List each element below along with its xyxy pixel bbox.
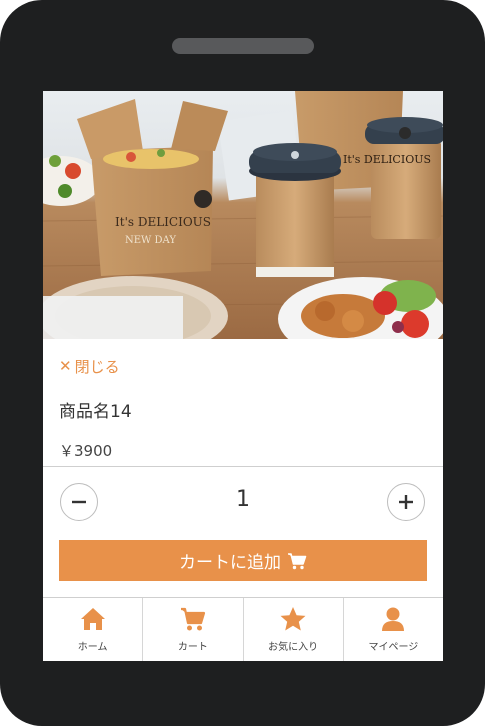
box-label: It's DELICIOUS <box>115 215 211 229</box>
decrease-quantity-button[interactable] <box>60 483 98 521</box>
nav-item-home[interactable]: ホーム <box>43 598 144 661</box>
phone-speaker <box>172 38 314 54</box>
box-sublabel: NEW DAY <box>125 235 176 246</box>
cart-icon <box>180 607 205 631</box>
home-icon <box>80 608 105 630</box>
star-icon <box>280 607 306 631</box>
nav-label-cart: カート <box>177 642 208 653</box>
close-label: 閉じる <box>74 357 120 376</box>
product-name: 商品名14 <box>59 402 132 422</box>
user-icon <box>382 607 405 631</box>
add-to-cart-button[interactable]: カートに追加 <box>59 540 427 581</box>
nav-item-favorites[interactable]: お気に入り <box>244 598 344 661</box>
plus-icon <box>399 495 413 509</box>
divider <box>43 466 443 467</box>
nav-label-home: ホーム <box>77 642 108 653</box>
product-image: It's DELICIOUS NEW DAY It's DELICIOUS <box>43 91 443 339</box>
close-button[interactable]: ✕ 閉じる <box>59 356 120 376</box>
nav-label-favorites: お気に入り <box>268 642 319 653</box>
nav-item-mypage[interactable]: マイページ <box>344 598 443 661</box>
close-icon: ✕ <box>59 357 72 375</box>
nav-item-cart[interactable]: カート <box>143 598 244 661</box>
quantity-value: 1 <box>236 487 250 512</box>
cart-icon <box>288 552 307 569</box>
minus-icon <box>72 500 86 504</box>
bottom-nav: ホーム カート お気に入り マイページ <box>43 598 443 661</box>
increase-quantity-button[interactable] <box>387 483 425 521</box>
product-price: ￥3900 <box>59 442 113 460</box>
nav-label-mypage: マイページ <box>368 642 419 653</box>
cup-label: It's DELICIOUS <box>343 153 431 166</box>
phone-frame: It's DELICIOUS NEW DAY It's DELICIOUS ✕ … <box>0 0 485 726</box>
add-to-cart-label: カートに追加 <box>179 553 281 573</box>
app-screen: It's DELICIOUS NEW DAY It's DELICIOUS ✕ … <box>43 91 443 661</box>
